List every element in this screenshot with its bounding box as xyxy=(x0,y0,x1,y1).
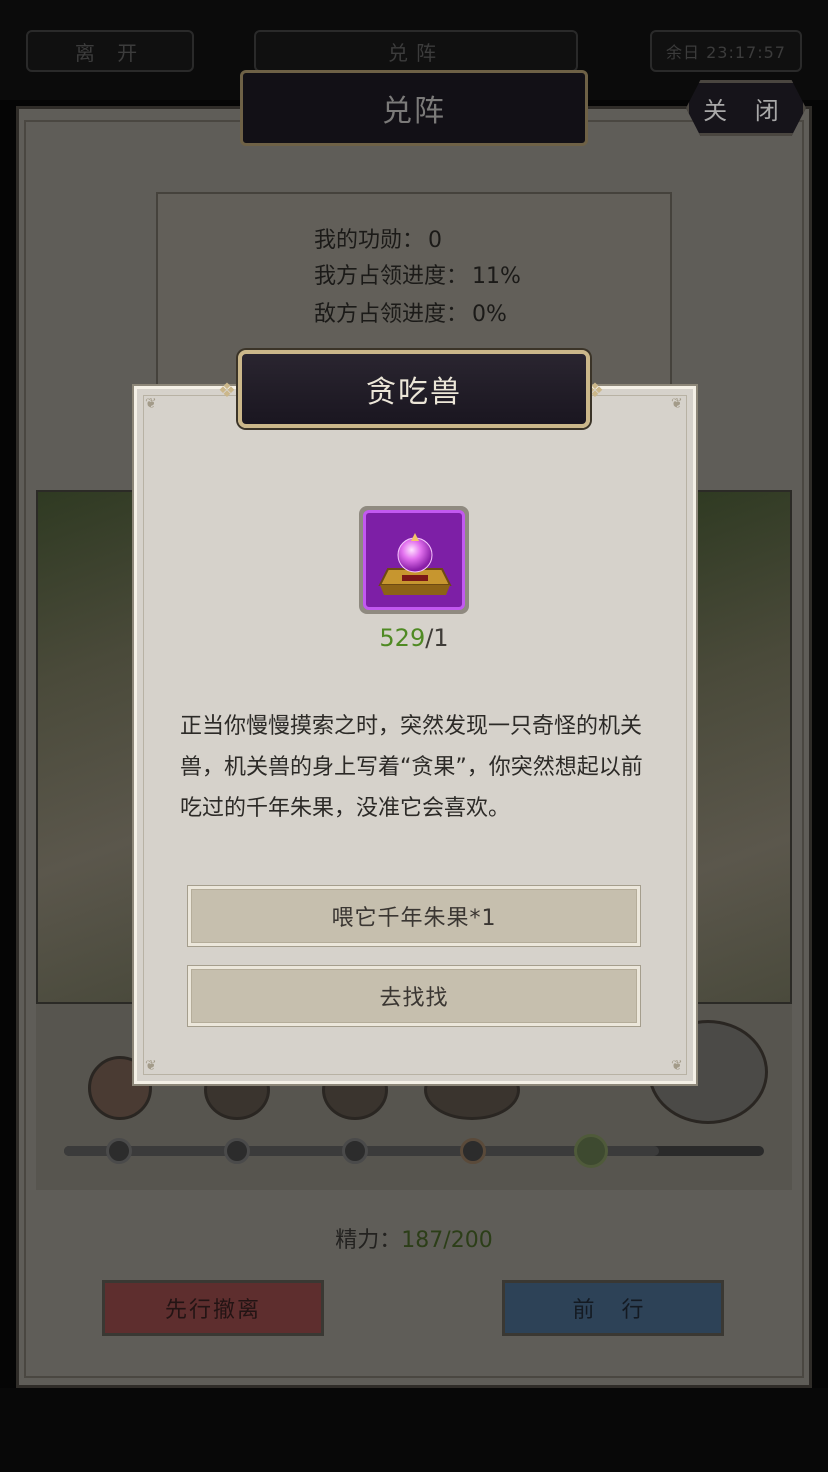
merit-value: 0 xyxy=(428,228,443,253)
corner-ornament-icon: ❦ xyxy=(671,396,683,412)
orb-altar-graphic xyxy=(378,533,452,595)
time-remaining: 余日 23:17:57 xyxy=(650,30,802,72)
item-required-count: /1 xyxy=(425,624,449,652)
item-slot[interactable] xyxy=(359,506,469,614)
modal-title: 贪吃兽 xyxy=(238,350,590,428)
feed-fruit-label: 喂它千年朱果*1 xyxy=(331,906,497,931)
merit-row: 我的功勋： 0 xyxy=(314,222,442,254)
route-node-current xyxy=(574,1134,608,1168)
energy-display: 精力：187/200 xyxy=(0,1222,828,1254)
route-node xyxy=(460,1138,486,1164)
our-progress-value: 11% xyxy=(472,264,521,289)
scene-image-left xyxy=(36,490,142,1004)
merit-label: 我的功勋： xyxy=(314,228,425,253)
route-node xyxy=(342,1138,368,1164)
purple-orb-altar-icon xyxy=(363,510,465,610)
route-track xyxy=(64,1146,764,1156)
enemy-progress-value: 0% xyxy=(472,302,507,327)
enemy-progress-row: 敌方占领进度： 0% xyxy=(314,296,507,328)
go-search-button[interactable]: 去找找 xyxy=(188,966,640,1026)
corner-ornament-icon: ❦ xyxy=(145,396,157,412)
corner-ornament-icon: ❦ xyxy=(145,1058,157,1074)
page-title: 兑阵 xyxy=(240,70,588,146)
enemy-progress-label: 敌方占领进度： xyxy=(314,302,469,327)
leave-button[interactable]: 离 开 xyxy=(26,30,194,72)
forward-button[interactable]: 前 行 xyxy=(502,1280,724,1336)
bottom-hero-strip xyxy=(0,1388,828,1472)
our-progress-label: 我方占领进度： xyxy=(314,264,469,289)
energy-label: 精力： xyxy=(335,1228,402,1253)
go-search-label: 去找找 xyxy=(379,986,449,1011)
feed-fruit-button[interactable]: 喂它千年朱果*1 xyxy=(188,886,640,946)
route-node xyxy=(106,1138,132,1164)
energy-value: 187/200 xyxy=(401,1228,493,1253)
top-title: 兑阵 xyxy=(254,30,578,72)
item-owned-count: 529 xyxy=(379,624,426,652)
our-progress-row: 我方占领进度： 11% xyxy=(314,258,521,290)
scene-image-right xyxy=(688,490,792,1004)
item-count: 529/1 xyxy=(0,624,828,652)
retreat-button[interactable]: 先行撤离 xyxy=(102,1280,324,1336)
event-description: 正当你慢慢摸索之时，突然发现一只奇怪的机关兽，机关兽的身上写着“贪果”，你突然想… xyxy=(180,714,643,821)
corner-ornament-icon: ❦ xyxy=(671,1058,683,1074)
route-node xyxy=(224,1138,250,1164)
close-button[interactable]: 关 闭 xyxy=(686,80,806,136)
